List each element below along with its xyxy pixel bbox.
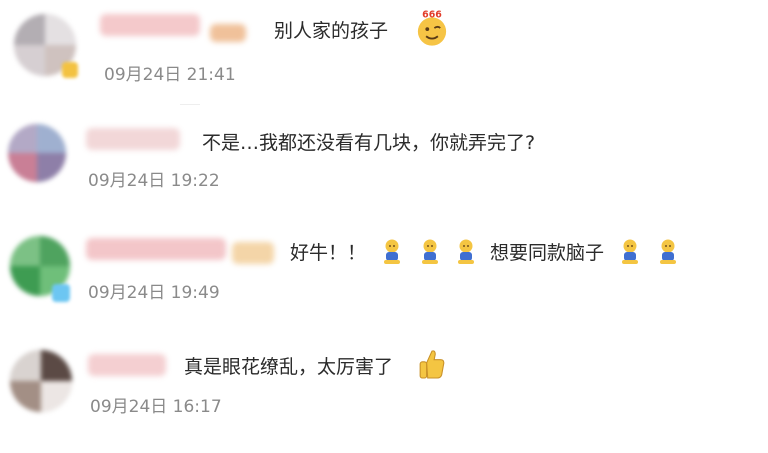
comment-text: 真是眼花缭乱，太厉害了 [184, 356, 394, 378]
divider [180, 104, 200, 105]
comment-timestamp: 09月24日 19:22 [88, 171, 220, 191]
thumbs-up-emoji [419, 350, 445, 379]
username[interactable] [100, 14, 200, 36]
svg-text:666: 666 [422, 9, 442, 20]
username[interactable] [86, 128, 180, 150]
vip-badge [62, 62, 78, 78]
avatar[interactable] [10, 350, 72, 412]
comment-text: 好牛！！ [290, 242, 367, 264]
comment-text: 别人家的孩子 [274, 20, 389, 42]
user-badge [210, 24, 246, 42]
comment-item: 好牛！！ 想要同款脑子 09月24日 19:49 [0, 222, 768, 322]
kneel-emoji [458, 239, 474, 264]
avatar[interactable] [8, 124, 66, 182]
comment-timestamp: 09月24日 19:49 [88, 283, 220, 303]
comment-text: 想要同款脑子 [490, 242, 605, 264]
comment-item: 别人家的孩子 666 09月24日 21:41 [0, 0, 768, 100]
kneel-emoji [660, 239, 676, 264]
kneel-emoji [422, 239, 438, 264]
comment-item: 真是眼花缭乱，太厉害了 09月24日 16:17 [0, 338, 768, 448]
awesome-666-emoji: 666 [417, 9, 447, 46]
username[interactable] [86, 238, 226, 260]
comment-text: 不是…我都还没看有几块，你就弄完了? [202, 132, 536, 154]
user-badge [232, 242, 274, 264]
comment-timestamp: 09月24日 16:17 [90, 397, 222, 417]
kneel-emoji [384, 239, 400, 264]
vip-badge [52, 284, 70, 302]
comment-timestamp: 09月24日 21:41 [104, 65, 236, 85]
kneel-emoji [622, 239, 638, 264]
comment-item: 不是…我都还没看有几块，你就弄完了? 09月24日 19:22 [0, 112, 768, 212]
username[interactable] [88, 354, 166, 376]
